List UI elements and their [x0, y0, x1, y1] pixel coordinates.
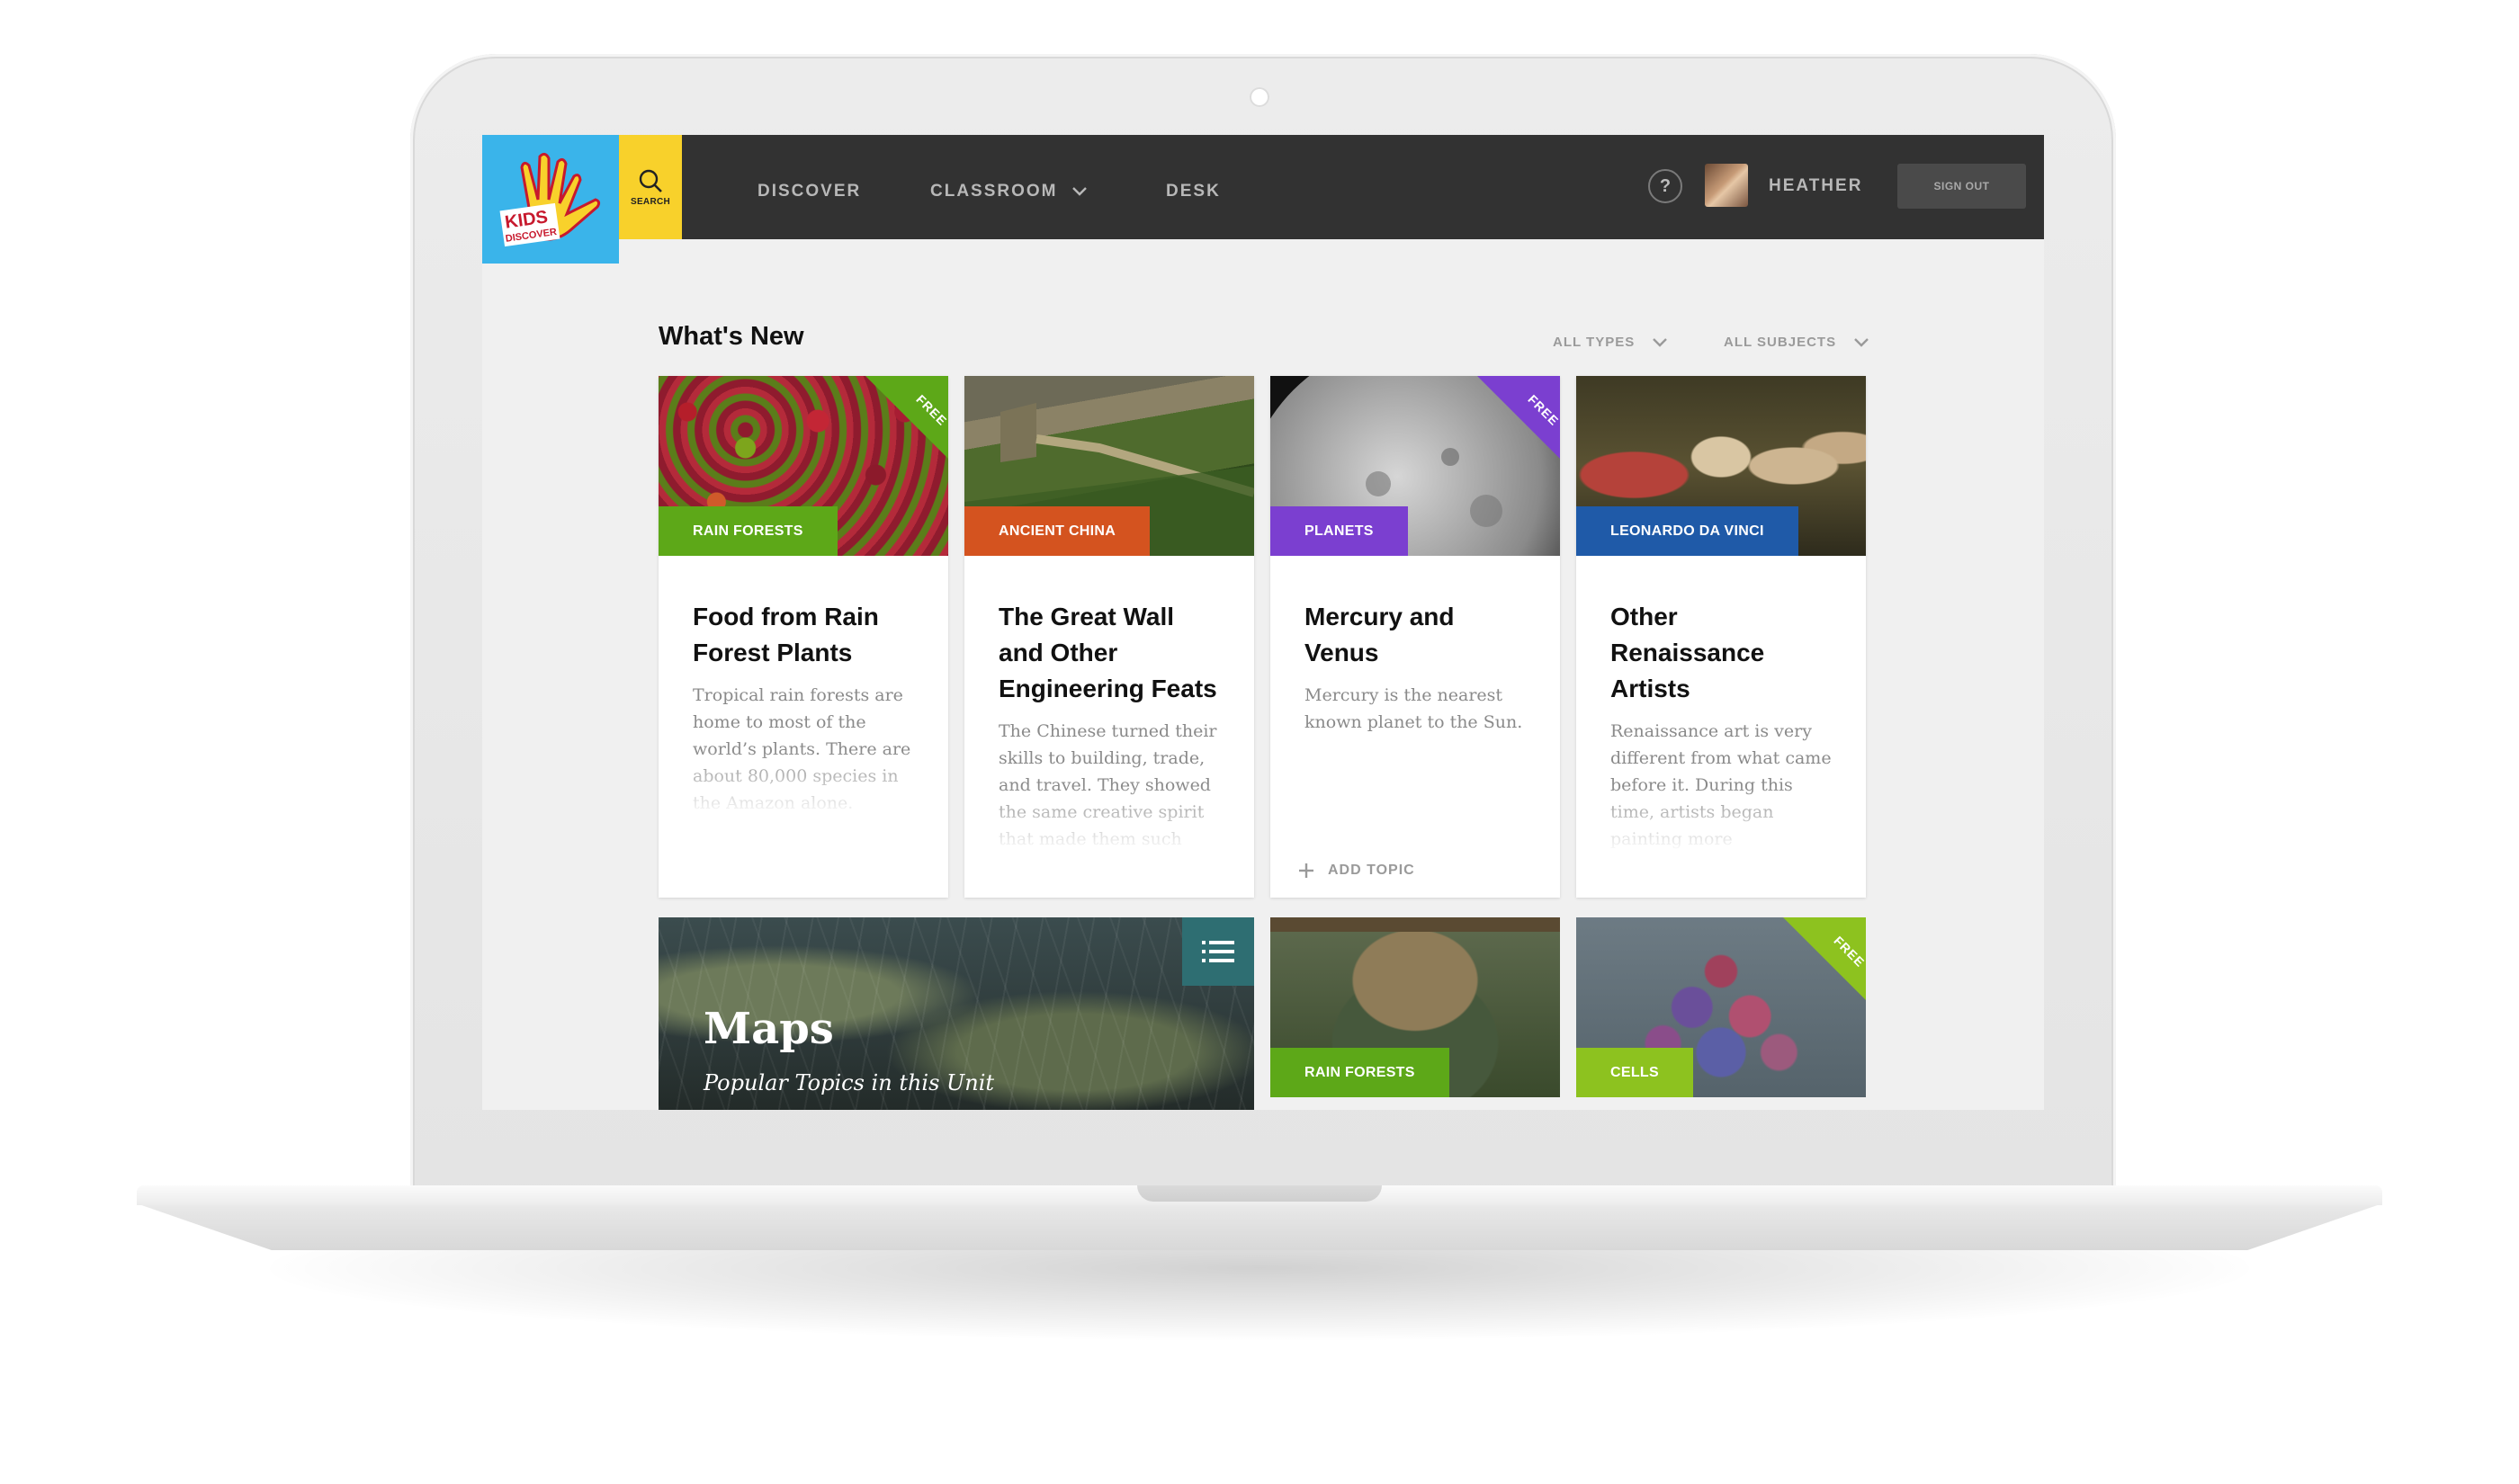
topic-card[interactable]: FREE RAIN FORESTS Food from Rain Forest …	[659, 376, 948, 898]
topic-card[interactable]: FREE PLANETS Mercury and Venus Mercury i…	[1270, 376, 1560, 898]
topic-card-image: FREE PLANETS	[1270, 376, 1560, 556]
card-title[interactable]: The Great Wall and Other Engineering Fea…	[999, 599, 1224, 707]
user-name[interactable]: HEATHER	[1769, 176, 1862, 196]
filter-all-subjects-label: ALL SUBJECTS	[1724, 335, 1837, 350]
app-screen: KIDS DISCOVER SEARCH DISCOVER CLASSROOM …	[482, 135, 2044, 1110]
list-icon	[1202, 941, 1234, 962]
topic-list-button[interactable]	[1182, 917, 1254, 986]
chevron-down-icon	[1854, 338, 1869, 347]
nav-classroom-label: CLASSROOM	[930, 182, 1058, 201]
topic-tag[interactable]: RAIN FORESTS	[659, 506, 838, 556]
plus-icon	[1299, 863, 1313, 878]
sign-out-button[interactable]: SIGN OUT	[1897, 164, 2026, 209]
topic-card[interactable]: LEONARDO DA VINCI Other Renaissance Arti…	[1576, 376, 1866, 898]
topic-tag[interactable]: CELLS	[1576, 1048, 1693, 1097]
search-button[interactable]: SEARCH	[619, 135, 682, 239]
add-topic-label: ADD TOPIC	[1328, 863, 1415, 878]
unit-subtitle: Popular Topics in this Unit	[704, 1070, 995, 1095]
card-title[interactable]: Other Renaissance Artists	[1610, 599, 1835, 707]
card-title[interactable]: Mercury and Venus	[1304, 599, 1529, 671]
topic-card-image: FREE RAIN FORESTS	[659, 376, 948, 556]
filter-all-types[interactable]: ALL TYPES	[1553, 335, 1668, 350]
card-description: Mercury is the nearest known planet to t…	[1304, 685, 1523, 732]
unit-title: Maps	[704, 1004, 834, 1054]
nav-classroom[interactable]: CLASSROOM	[930, 182, 1088, 201]
search-label: SEARCH	[630, 196, 671, 207]
filter-all-types-label: ALL TYPES	[1553, 335, 1636, 350]
card-description: Renaissance art is very different from w…	[1610, 721, 1832, 849]
topic-tag[interactable]: PLANETS	[1270, 506, 1408, 556]
nav-discover[interactable]: DISCOVER	[757, 182, 861, 201]
topic-card-image: ANCIENT CHINA	[964, 376, 1254, 556]
topic-card[interactable]: ANCIENT CHINA The Great Wall and Other E…	[964, 376, 1254, 898]
chevron-down-icon	[1653, 338, 1668, 347]
add-topic-button[interactable]: ADD TOPIC	[1297, 862, 1415, 880]
topic-tag[interactable]: LEONARDO DA VINCI	[1576, 506, 1798, 556]
section-title: What's New	[659, 322, 804, 351]
laptop-notch	[1137, 1185, 1382, 1202]
topic-tag[interactable]: RAIN FORESTS	[1270, 1048, 1449, 1097]
topic-tag[interactable]: ANCIENT CHINA	[964, 506, 1151, 556]
nav-desk[interactable]: DESK	[1166, 182, 1221, 201]
hand-logo-icon: KIDS DISCOVER	[499, 152, 601, 247]
avatar[interactable]	[1705, 164, 1748, 207]
free-ribbon: FREE	[865, 376, 948, 459]
kids-discover-logo[interactable]: KIDS DISCOVER	[482, 135, 619, 264]
topic-card[interactable]: FREE CELLS	[1576, 917, 1866, 1097]
card-title[interactable]: Food from Rain Forest Plants	[693, 599, 918, 671]
free-ribbon: FREE	[1783, 917, 1866, 1000]
help-button[interactable]: ?	[1648, 169, 1682, 203]
search-icon	[639, 169, 662, 192]
card-description: Tropical rain forests are home to most o…	[693, 685, 911, 813]
card-description: The Chinese turned their skills to build…	[999, 721, 1217, 849]
topic-card-image: LEONARDO DA VINCI	[1576, 376, 1866, 556]
unit-card-maps[interactable]: Maps Popular Topics in this Unit	[659, 917, 1254, 1110]
free-ribbon: FREE	[1477, 376, 1560, 459]
filter-all-subjects[interactable]: ALL SUBJECTS	[1724, 335, 1869, 350]
chevron-down-icon	[1071, 187, 1087, 196]
topic-card[interactable]: RAIN FORESTS	[1270, 917, 1560, 1097]
camera-icon	[1250, 87, 1269, 107]
